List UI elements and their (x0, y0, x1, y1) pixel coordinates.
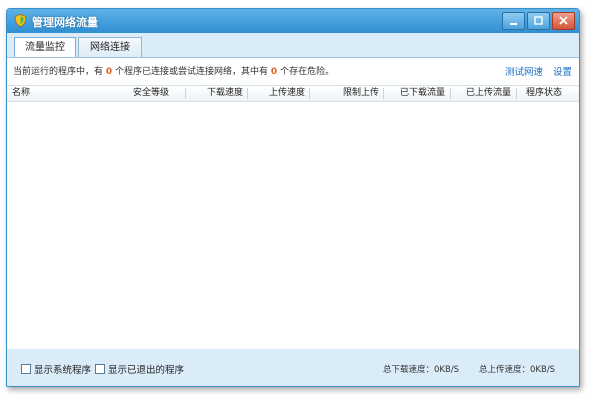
speed-test-link[interactable]: 测试网速 (505, 64, 543, 78)
total-upload-speed: 总上传速度：0KB/S (479, 365, 556, 375)
column-divider (247, 88, 248, 99)
summary-prefix: 当前运行的程序中，有 (13, 67, 104, 77)
column-divider (516, 88, 517, 99)
status-footer: 显示系统程序 显示已退出的程序 总下载速度：0KB/S 总上传速度：0KB/S (7, 349, 579, 386)
show-exited-programs-label: 显示已退出的程序 (108, 365, 185, 376)
summary-text: 当前运行的程序中，有 0 个程序已连接或尝试连接网络，其中有 0 个存在危险。 (13, 64, 334, 77)
program-list[interactable] (7, 102, 579, 350)
close-button[interactable] (552, 12, 575, 30)
column-upload-speed[interactable]: 上传速度 (269, 86, 305, 101)
column-program-status[interactable]: 程序状态 (526, 86, 562, 101)
tab-traffic-monitor[interactable]: 流量监控 (14, 37, 76, 59)
show-system-programs-label: 显示系统程序 (34, 365, 92, 376)
column-download-speed[interactable]: 下载速度 (207, 86, 243, 101)
minimize-button[interactable] (502, 12, 525, 30)
column-security-level[interactable]: 安全等级 (133, 86, 169, 101)
maximize-icon (534, 16, 543, 25)
close-icon (559, 16, 568, 25)
column-divider (383, 88, 384, 99)
show-exited-programs-checkbox[interactable]: 显示已退出的程序 (95, 362, 184, 376)
total-download-speed: 总下载速度：0KB/S (383, 365, 460, 375)
checkbox-box[interactable] (95, 364, 105, 374)
column-divider (185, 88, 186, 99)
settings-link[interactable]: 设置 (553, 64, 572, 78)
column-uploaded[interactable]: 已上传流量 (466, 86, 511, 101)
show-system-programs-checkbox[interactable]: 显示系统程序 (21, 362, 91, 376)
summary-suffix: 个存在危险。 (280, 67, 335, 77)
tab-network-connections[interactable]: 网络连接 (78, 37, 142, 57)
title-bar[interactable]: 管理网络流量 (7, 9, 579, 33)
column-downloaded[interactable]: 已下载流量 (400, 86, 445, 101)
checkbox-box[interactable] (21, 364, 31, 374)
main-panel: 当前运行的程序中，有 0 个程序已连接或尝试连接网络，其中有 0 个存在危险。 … (7, 57, 579, 350)
window-title: 管理网络流量 (32, 16, 98, 29)
column-upload-limit[interactable]: 限制上传 (343, 86, 379, 101)
table-header: 名称 安全等级 下载速度 上传速度 限制上传 已下载流量 已上传流量 程序状态 (7, 85, 579, 102)
maximize-button[interactable] (527, 12, 550, 30)
danger-count: 0 (270, 67, 278, 77)
shield-icon (14, 14, 27, 27)
column-divider (309, 88, 310, 99)
minimize-icon (510, 23, 517, 25)
connected-count: 0 (105, 67, 113, 77)
column-name[interactable]: 名称 (12, 86, 30, 101)
column-divider (450, 88, 451, 99)
summary-middle: 个程序已连接或尝试连接网络，其中有 (115, 67, 269, 77)
traffic-window: 管理网络流量 流量监控 网络连接 当前运行的程序中，有 0 个程序已连接或尝试连… (6, 8, 580, 387)
